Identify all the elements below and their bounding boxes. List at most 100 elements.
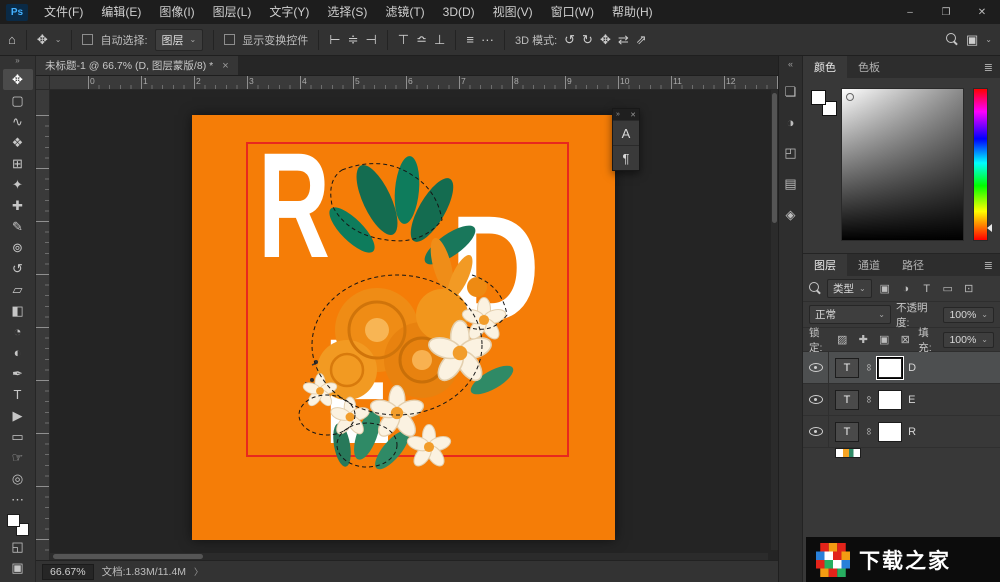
show-transform-checkbox[interactable] — [224, 34, 235, 45]
text-layer-thumbnail[interactable]: T — [835, 422, 859, 442]
menu-filter[interactable]: 滤镜(T) — [376, 0, 433, 24]
layer-visibility-icon[interactable] — [809, 363, 823, 372]
menu-image[interactable]: 图像(I) — [150, 0, 203, 24]
3d-orbit-icon[interactable]: ↺ — [564, 32, 575, 48]
layer-row-e[interactable]: T ∞ E — [803, 384, 1000, 416]
document-tab[interactable]: 未标题-1 @ 66.7% (D, 图层蒙版/8) * × — [36, 56, 238, 75]
image-layer-thumbnail[interactable] — [835, 448, 861, 458]
lasso-tool[interactable]: ∿ — [3, 111, 33, 132]
tab-paths[interactable]: 路径 — [891, 254, 935, 276]
marquee-tool[interactable]: ▢ — [3, 90, 33, 111]
zoom-level-field[interactable]: 66.67% — [42, 564, 94, 580]
align-right-icon[interactable]: ⊣ — [365, 32, 376, 48]
color-swatches[interactable] — [7, 514, 29, 536]
layer-name[interactable]: D — [908, 362, 916, 374]
align-bottom-icon[interactable]: ⊥ — [434, 32, 445, 48]
panel-menu-icon[interactable]: ≣ — [977, 254, 1000, 276]
eyedropper-tool[interactable]: ✦ — [3, 174, 33, 195]
tab-channels[interactable]: 通道 — [847, 254, 891, 276]
3d-slide-icon[interactable]: ⇄ — [618, 32, 629, 48]
artboard[interactable]: R D E — [192, 115, 615, 540]
layer-filter-search-icon[interactable] — [809, 282, 822, 295]
blur-tool[interactable]: ◔ — [3, 321, 33, 342]
close-icon[interactable]: ✕ — [964, 0, 1000, 24]
layer-visibility-icon[interactable] — [809, 395, 823, 404]
current-tool-icon[interactable]: ✥ — [37, 32, 48, 48]
menu-type[interactable]: 文字(Y) — [260, 0, 318, 24]
align-middle-icon[interactable]: ≏ — [416, 32, 427, 48]
layer-filter-dropdown[interactable]: 类型 ⌄ — [827, 279, 872, 298]
tab-swatches[interactable]: 色板 — [847, 56, 891, 78]
panel-collapse-icon[interactable]: » — [616, 111, 620, 118]
lock-artboard-icon[interactable]: ▣ — [876, 333, 892, 346]
crop-tool[interactable]: ⊞ — [3, 153, 33, 174]
minimize-icon[interactable]: – — [892, 0, 928, 24]
move-tool[interactable]: ✥ — [3, 69, 33, 90]
edit-toolbar-icon[interactable]: ⋯ — [3, 489, 33, 510]
home-icon[interactable]: ⌂ — [8, 32, 16, 47]
align-center-h-icon[interactable]: ≑ — [348, 32, 359, 48]
eraser-tool[interactable]: ▱ — [3, 279, 33, 300]
status-expand-icon[interactable]: 〉 — [194, 565, 203, 578]
gradient-tool[interactable]: ◧ — [3, 300, 33, 321]
lock-transparency-icon[interactable]: ▨ — [834, 333, 850, 346]
opacity-dropdown[interactable]: 100% ⌄ — [943, 307, 994, 323]
layer-mask-thumbnail[interactable] — [878, 390, 902, 410]
search-icon[interactable] — [946, 33, 959, 46]
dock-collapse-icon[interactable]: « — [788, 59, 793, 69]
horizontal-scrollbar[interactable] — [50, 553, 768, 560]
menu-edit[interactable]: 编辑(E) — [92, 0, 150, 24]
vertical-scrollbar[interactable] — [771, 90, 778, 550]
layer-mask-thumbnail[interactable] — [878, 358, 902, 378]
scrollbar-thumb[interactable] — [53, 554, 203, 559]
color-picker-marker[interactable] — [846, 93, 854, 101]
panel-close-icon[interactable]: ✕ — [630, 111, 636, 119]
distribute-icon[interactable]: ≡ — [466, 32, 474, 47]
filter-type-layers-icon[interactable]: T — [919, 283, 935, 295]
vertical-ruler[interactable]: 0 1 2 3 4 5 6 7 8 — [36, 90, 50, 560]
layer-row-d[interactable]: T ∞ D — [803, 352, 1000, 384]
toolbar-collapse-icon[interactable]: » — [15, 56, 19, 69]
adjustments-panel-icon[interactable]: ◑ — [787, 115, 795, 130]
panel-menu-icon[interactable]: ≣ — [977, 56, 1000, 78]
auto-select-checkbox[interactable] — [82, 34, 93, 45]
tab-close-icon[interactable]: × — [222, 60, 228, 72]
tab-color[interactable]: 颜色 — [803, 56, 847, 78]
pen-tool[interactable]: ✒ — [3, 363, 33, 384]
horizontal-ruler[interactable]: 0 1 2 3 4 5 6 7 8 9 10 11 12 — [50, 76, 778, 90]
character-panel-icon[interactable]: A — [613, 120, 639, 145]
filter-pixel-layers-icon[interactable]: ▣ — [877, 282, 893, 295]
3d-pan-icon[interactable]: ✥ — [600, 32, 611, 48]
layer-name[interactable]: E — [908, 394, 915, 406]
lock-position-icon[interactable]: ✚ — [855, 333, 871, 346]
workspace-icon[interactable]: ▣ — [966, 32, 978, 48]
ruler-origin[interactable] — [36, 76, 50, 90]
menu-file[interactable]: 文件(F) — [35, 0, 92, 24]
properties-panel-icon[interactable]: ▤ — [784, 176, 796, 192]
blend-mode-dropdown[interactable]: 正常 ⌄ — [809, 305, 891, 324]
hand-tool[interactable]: ☞ — [3, 447, 33, 468]
path-select-tool[interactable]: ▶ — [3, 405, 33, 426]
text-layer-thumbnail[interactable]: T — [835, 390, 859, 410]
brush-tool[interactable]: ✎ — [3, 216, 33, 237]
screen-mode-icon[interactable]: ▣ — [3, 557, 33, 578]
library-panel-icon[interactable]: ❏ — [785, 84, 797, 100]
filter-adjustment-layers-icon[interactable]: ◑ — [898, 283, 914, 295]
shape-tool[interactable]: ▭ — [3, 426, 33, 447]
layer-row-partial[interactable] — [803, 448, 1000, 460]
menu-help[interactable]: 帮助(H) — [603, 0, 662, 24]
layer-visibility-icon[interactable] — [809, 427, 823, 436]
type-tool[interactable]: T — [3, 384, 33, 405]
restore-icon[interactable]: ❐ — [928, 0, 964, 24]
lock-all-icon[interactable]: ⊠ — [897, 333, 913, 346]
fill-dropdown[interactable]: 100% ⌄ — [943, 332, 994, 348]
letter-r[interactable]: R — [258, 121, 330, 289]
hue-slider[interactable] — [973, 88, 988, 241]
clone-stamp-tool[interactable]: ⊚ — [3, 237, 33, 258]
layer-row-r[interactable]: T ∞ R — [803, 416, 1000, 448]
auto-select-dropdown[interactable]: 图层 ⌄ — [155, 29, 204, 51]
menu-select[interactable]: 选择(S) — [318, 0, 376, 24]
filter-smart-objects-icon[interactable]: ⊡ — [961, 282, 977, 295]
menu-layer[interactable]: 图层(L) — [204, 0, 261, 24]
dodge-tool[interactable]: ◐ — [3, 342, 33, 363]
